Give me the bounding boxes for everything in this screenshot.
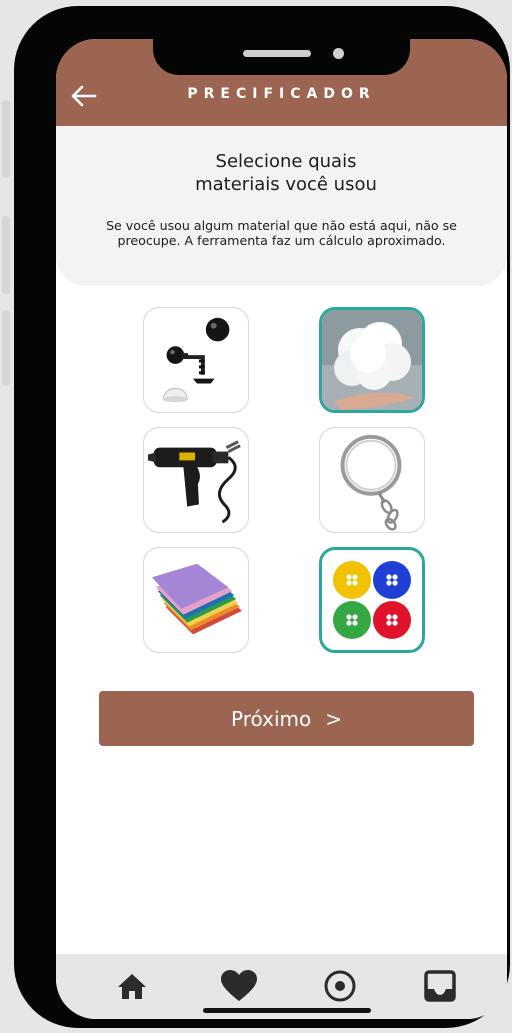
home-indicator (203, 1008, 371, 1013)
intro-heading: Selecione quais materiais você usou (106, 150, 466, 196)
front-camera (333, 48, 344, 59)
side-button-3 (2, 310, 10, 386)
page-title: PRECIFICADOR (187, 86, 376, 102)
felt-sheets-icon (151, 563, 243, 635)
side-button-1 (2, 100, 10, 178)
material-fiber-stuffing[interactable] (319, 307, 425, 413)
phone-frame: PRECIFICADOR Selecione quais materiais v… (14, 6, 510, 1028)
inbox-icon (424, 970, 456, 1002)
tab-home[interactable] (114, 968, 150, 1004)
heart-icon (221, 970, 257, 1001)
material-buttons[interactable] (319, 547, 425, 653)
fiber-stuffing-icon (322, 310, 422, 410)
hot-glue-gun-icon (147, 440, 241, 524)
intro-card: Selecione quais materiais você usou Se v… (56, 126, 507, 286)
material-felt-sheets[interactable] (143, 547, 249, 653)
material-keyring[interactable] (319, 427, 425, 533)
next-button[interactable]: Próximo > (99, 691, 474, 746)
phone-notch (153, 39, 410, 75)
next-button-label: Próximo (231, 706, 312, 731)
side-button-2 (2, 216, 10, 294)
home-icon (118, 974, 146, 999)
material-hot-glue-gun[interactable] (143, 427, 249, 533)
safety-eyes-icon (162, 317, 230, 403)
app-header: PRECIFICADOR (56, 39, 507, 126)
app-screen: PRECIFICADOR Selecione quais materiais v… (56, 39, 507, 1019)
speaker-grille (243, 50, 311, 57)
buttons-icon (333, 561, 411, 639)
intro-note: Se você usou algum material que não está… (106, 218, 457, 248)
material-safety-eyes[interactable] (143, 307, 249, 413)
record-icon (324, 970, 356, 1002)
tab-record[interactable] (322, 968, 358, 1004)
tab-inbox[interactable] (422, 968, 458, 1004)
intro-heading-text: Selecione quais materiais você usou (195, 151, 377, 195)
keyring-icon (340, 434, 402, 531)
chevron-right-icon: > (325, 706, 342, 731)
tab-favorites[interactable] (219, 968, 259, 1004)
